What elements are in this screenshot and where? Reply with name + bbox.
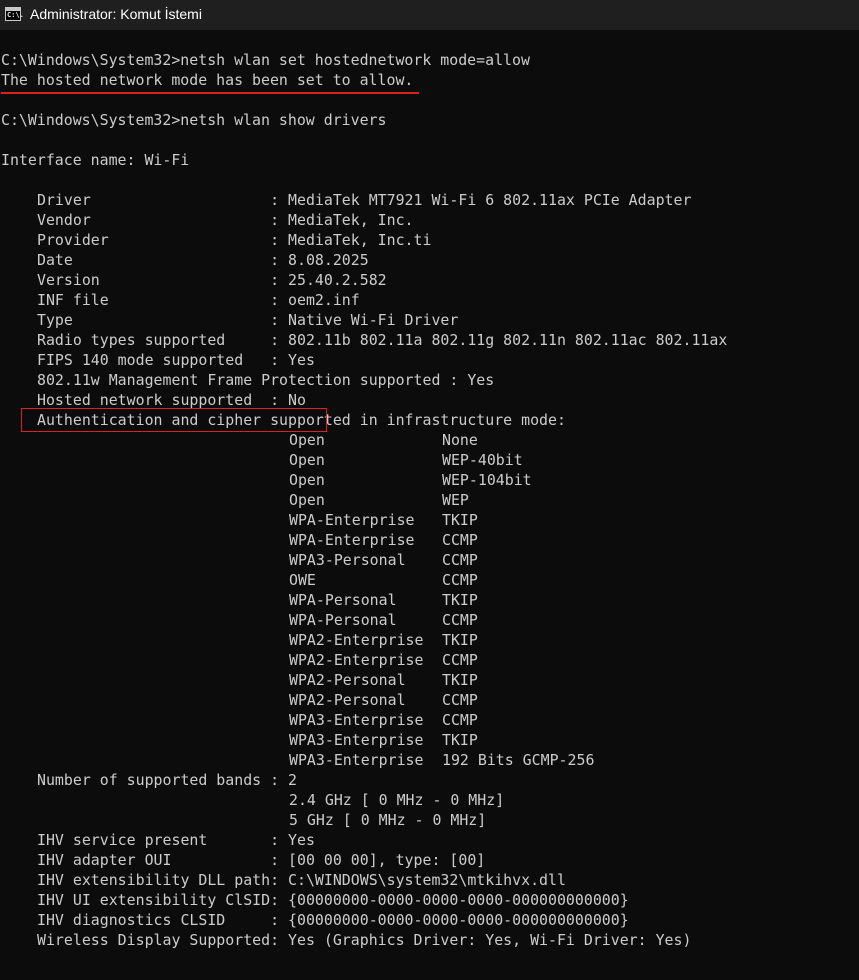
auth-mode: Open xyxy=(289,491,325,509)
cipher: TKIP xyxy=(442,631,478,649)
band-line: 5 GHz [ 0 MHz - 0 MHz] xyxy=(289,811,487,829)
cipher: CCMP xyxy=(442,531,478,549)
auth-mode: WPA-Enterprise xyxy=(289,531,415,549)
auth-mode: WPA2-Personal xyxy=(289,671,406,689)
auth-mode: Open xyxy=(289,471,325,489)
auth-mode: WPA2-Enterprise xyxy=(289,651,424,669)
band-line: 2.4 GHz [ 0 MHz - 0 MHz] xyxy=(289,791,505,809)
driver-property-line: Date : 8.08.2025 xyxy=(37,251,369,269)
cipher: CCMP xyxy=(442,551,478,569)
driver-property-line: Version : 25.40.2.582 xyxy=(37,271,387,289)
cipher: TKIP xyxy=(442,731,478,749)
red-underline-annotation xyxy=(1,92,419,94)
cipher: 192 Bits GCMP-256 xyxy=(442,751,595,769)
auth-cipher-row: WPA2-Personal CCMP xyxy=(0,690,859,710)
driver-property-line: Driver : MediaTek MT7921 Wi-Fi 6 802.11a… xyxy=(37,191,692,209)
driver-property-line: Type : Native Wi-Fi Driver xyxy=(37,311,459,329)
cmd-icon[interactable]: C:\. xyxy=(5,7,24,21)
auth-cipher-row: WPA3-Personal CCMP xyxy=(0,550,859,570)
command-result: The hosted network mode has been set to … xyxy=(1,71,414,89)
cipher: CCMP xyxy=(442,571,478,589)
driver-property-line: Radio types supported : 802.11b 802.11a … xyxy=(37,331,728,349)
auth-cipher-list: Open None Open WEP-40bit Open WEP-104bit Open W… xyxy=(0,430,859,770)
command-line: C:\Windows\System32>netsh wlan show driv… xyxy=(1,111,387,129)
auth-cipher-row: WPA-Enterprise TKIP xyxy=(0,510,859,530)
cipher: WEP xyxy=(442,491,469,509)
auth-cipher-row: WPA2-Personal TKIP xyxy=(0,670,859,690)
driver-property-line: Provider : MediaTek, Inc.ti xyxy=(37,231,432,249)
driver-property-line: Hosted network supported : No xyxy=(37,391,306,409)
ihv-properties: IHV service present : Yes IHV adapter OUI… xyxy=(0,830,859,950)
cmd-icon-glyph: C:\. xyxy=(7,11,24,19)
driver-property-line: 802.11w Management Frame Protection supp… xyxy=(37,371,495,389)
bands-label: Number of supported bands : 2 xyxy=(37,771,297,789)
cipher: None xyxy=(442,431,478,449)
auth-cipher-row: WPA3-Enterprise CCMP xyxy=(0,710,859,730)
auth-cipher-row: Open None xyxy=(0,430,859,450)
cipher: CCMP xyxy=(442,711,478,729)
command-line: C:\Windows\System32>netsh wlan set hoste… xyxy=(1,51,530,69)
auth-mode: WPA2-Enterprise xyxy=(289,631,424,649)
command-prompt-window: C:\. Administrator: Komut İstemi C:\Wind… xyxy=(0,0,859,980)
cipher: CCMP xyxy=(442,611,478,629)
auth-cipher-row: Open WEP-40bit xyxy=(0,450,859,470)
ihv-property-line: IHV diagnostics CLSID : {00000000-0000-0… xyxy=(37,911,629,929)
auth-cipher-row: WPA3-Enterprise 192 Bits GCMP-256 xyxy=(0,750,859,770)
auth-mode: WPA3-Enterprise xyxy=(289,731,424,749)
cipher: TKIP xyxy=(442,511,478,529)
driver-property-line: Vendor : MediaTek, Inc. xyxy=(37,211,414,229)
auth-cipher-row: WPA-Personal TKIP xyxy=(0,590,859,610)
cipher: CCMP xyxy=(442,691,478,709)
auth-cipher-row: WPA2-Enterprise CCMP xyxy=(0,650,859,670)
auth-mode: OWE xyxy=(289,571,316,589)
title-bar[interactable]: C:\. Administrator: Komut İstemi xyxy=(0,0,859,30)
window-title: Administrator: Komut İstemi xyxy=(30,6,202,22)
cipher: TKIP xyxy=(442,671,478,689)
ihv-property-line: IHV extensibility DLL path: C:\WINDOWS\s… xyxy=(37,871,566,889)
cipher: TKIP xyxy=(442,591,478,609)
cipher: CCMP xyxy=(442,651,478,669)
auth-cipher-row: Open WEP-104bit xyxy=(0,470,859,490)
red-box-annotation xyxy=(21,408,327,432)
auth-mode: Open xyxy=(289,431,325,449)
auth-cipher-row: WPA-Enterprise CCMP xyxy=(0,530,859,550)
auth-mode: WPA-Enterprise xyxy=(289,511,415,529)
auth-cipher-row: WPA-Personal CCMP xyxy=(0,610,859,630)
driver-property-line: FIPS 140 mode supported : Yes xyxy=(37,351,315,369)
auth-cipher-row: Open WEP xyxy=(0,490,859,510)
ihv-property-line: IHV service present : Yes xyxy=(37,831,315,849)
auth-mode: Open xyxy=(289,451,325,469)
driver-properties: Driver : MediaTek MT7921 Wi-Fi 6 802.11a… xyxy=(0,190,859,430)
auth-mode: WPA3-Enterprise xyxy=(289,711,424,729)
ihv-property-line: IHV UI extensibility ClSID: {00000000-00… xyxy=(37,891,629,909)
ihv-property-line: Wireless Display Supported: Yes (Graphic… xyxy=(37,931,692,949)
driver-property-line: INF file : oem2.inf xyxy=(37,291,360,309)
auth-mode: WPA-Personal xyxy=(289,611,397,629)
auth-mode: WPA-Personal xyxy=(289,591,397,609)
cipher: WEP-104bit xyxy=(442,471,532,489)
auth-mode: WPA2-Personal xyxy=(289,691,406,709)
interface-name: Interface name: Wi-Fi xyxy=(1,151,190,169)
auth-cipher-row: OWE CCMP xyxy=(0,570,859,590)
console-output[interactable]: C:\Windows\System32>netsh wlan set hoste… xyxy=(0,50,859,950)
band-list: 2.4 GHz [ 0 MHz - 0 MHz] 5 GHz [ 0 MHz - … xyxy=(0,790,859,830)
auth-mode: WPA3-Personal xyxy=(289,551,406,569)
auth-mode: WPA3-Enterprise xyxy=(289,751,424,769)
cipher: WEP-40bit xyxy=(442,451,523,469)
ihv-property-line: IHV adapter OUI : [00 00 00], type: [00] xyxy=(37,851,486,869)
auth-cipher-row: WPA3-Enterprise TKIP xyxy=(0,730,859,750)
auth-cipher-row: WPA2-Enterprise TKIP xyxy=(0,630,859,650)
